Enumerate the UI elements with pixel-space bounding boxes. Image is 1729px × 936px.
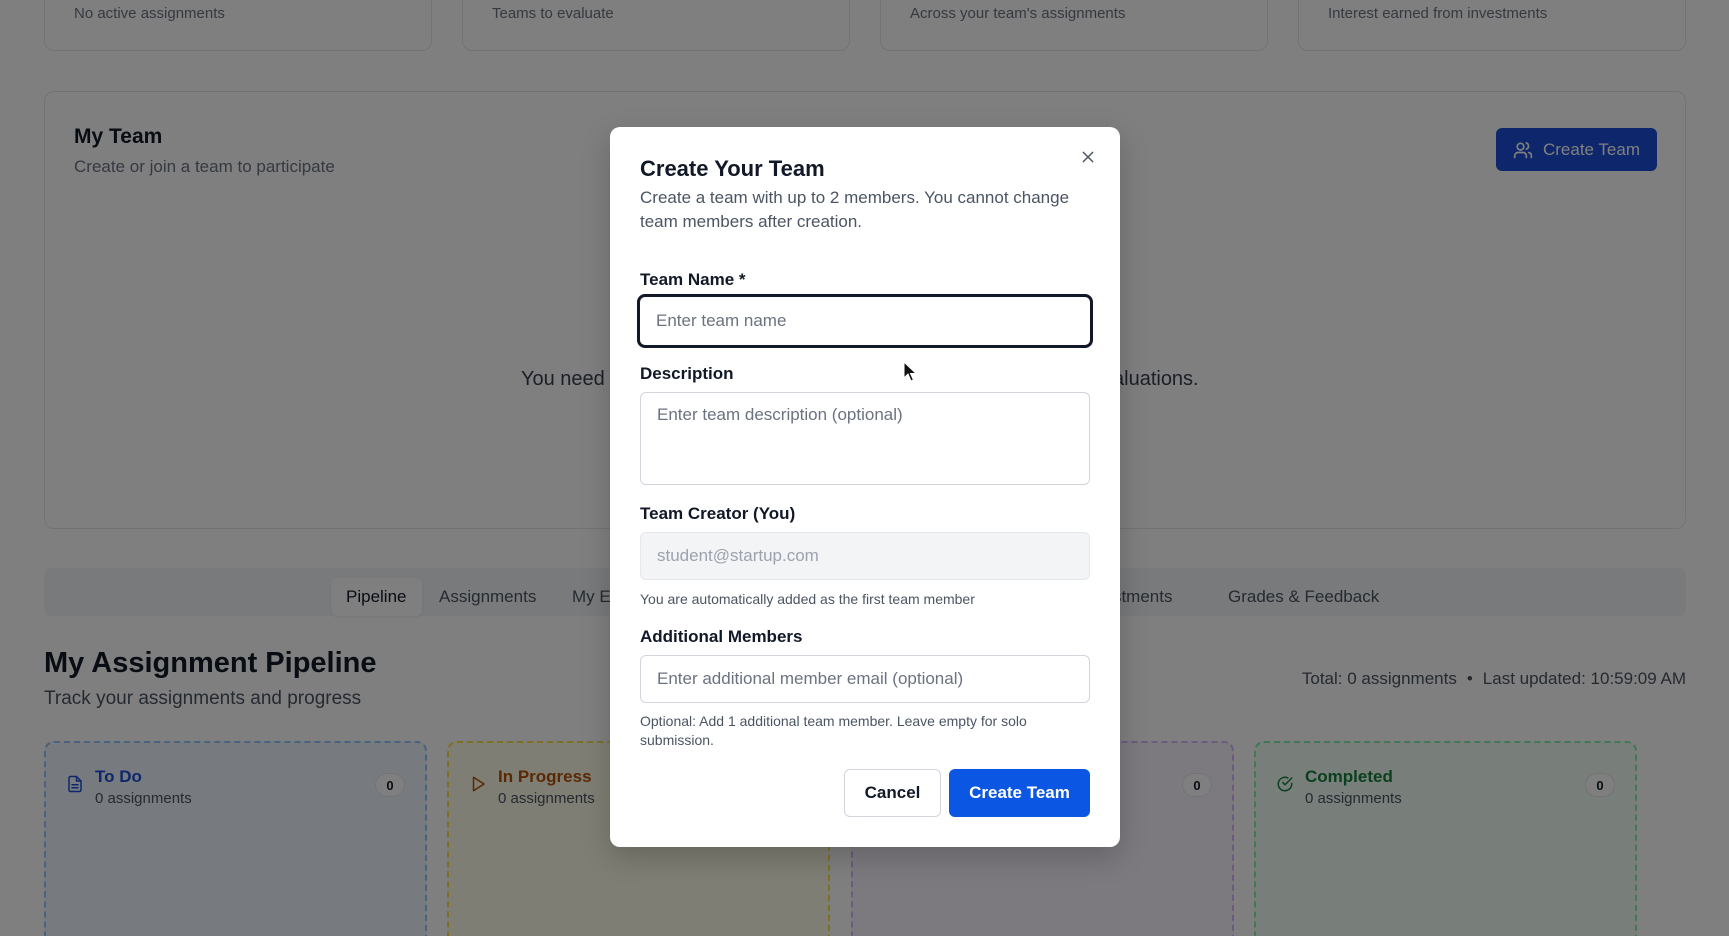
team-name-label: Team Name * bbox=[640, 270, 746, 289]
creator-email-field: student@startup.com bbox=[640, 532, 1090, 580]
mouse-cursor-icon bbox=[903, 361, 917, 382]
cancel-button[interactable]: Cancel bbox=[844, 769, 941, 817]
create-team-dialog: Create Your Team Create a team with up t… bbox=[610, 127, 1120, 847]
members-label: Additional Members bbox=[640, 627, 803, 646]
additional-member-input[interactable] bbox=[640, 655, 1090, 703]
description-label: Description bbox=[640, 364, 734, 383]
creator-help-text: You are automatically added as the first… bbox=[640, 591, 975, 607]
description-textarea[interactable] bbox=[640, 392, 1090, 485]
team-name-input[interactable] bbox=[637, 294, 1093, 348]
members-help-text: Optional: Add 1 additional team member. … bbox=[640, 713, 1027, 748]
close-icon bbox=[1082, 151, 1094, 163]
creator-label: Team Creator (You) bbox=[640, 504, 796, 523]
dashboard-page: No active assignments Teams to evaluate … bbox=[0, 0, 1729, 936]
create-team-submit-button[interactable]: Create Team bbox=[949, 769, 1090, 817]
close-button[interactable] bbox=[1076, 145, 1100, 169]
dialog-title: Create Your Team bbox=[640, 156, 825, 181]
dialog-description: Create a team with up to 2 members. You … bbox=[640, 188, 1070, 231]
